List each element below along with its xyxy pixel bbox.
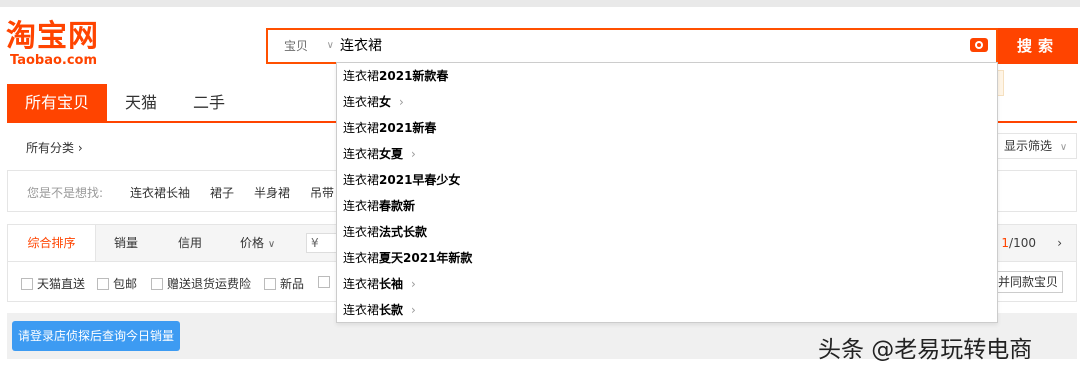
suggestion-suffix: 女夏: [379, 147, 404, 161]
tab-second-hand[interactable]: 二手: [175, 84, 243, 122]
chevron-down-icon: ∨: [326, 40, 334, 51]
camera-icon[interactable]: [970, 38, 988, 52]
checkbox-label: 天猫直送: [37, 277, 86, 291]
logo-cn: 淘宝网: [6, 19, 99, 54]
suggestion-item[interactable]: 连衣裙长袖 ›: [343, 271, 416, 297]
suggestion-item[interactable]: 连衣裙法式长款: [343, 219, 427, 245]
search-box: 宝贝 ∨ 连衣裙: [266, 28, 998, 64]
logo-en: Taobao.com: [10, 53, 98, 68]
merge-same-items-button[interactable]: 并同款宝贝: [993, 271, 1063, 293]
suggestion-suffix: 长袖: [379, 277, 404, 291]
suggestion-suffix: 长款: [379, 303, 404, 317]
sort-default[interactable]: 综合排序: [8, 225, 96, 261]
suggestion-item[interactable]: 连衣裙春款新: [343, 193, 415, 219]
suggestion-prefix: 连衣裙: [343, 251, 380, 265]
sort-credit[interactable]: 信用: [178, 225, 202, 261]
chevron-right-icon[interactable]: ›: [411, 277, 416, 291]
suggestion-item[interactable]: 连衣裙2021早春少女: [343, 167, 460, 193]
breadcrumb[interactable]: 所有分类 ›: [26, 139, 83, 156]
chevron-down-icon: ∨: [1059, 142, 1068, 153]
show-filter-label: 显示筛选: [1004, 139, 1053, 153]
suggestion-suffix: 夏天2021年新款: [379, 251, 473, 265]
suggestion-item[interactable]: 连衣裙2021新春: [343, 115, 436, 141]
watermark-text: 头条 @老易玩转电商: [818, 337, 1033, 363]
suggestion-item[interactable]: 连衣裙夏天2021年新款: [343, 245, 472, 271]
checkbox-label: 包邮: [113, 277, 138, 291]
did-you-mean-item[interactable]: 半身裙: [254, 184, 290, 201]
login-query-button[interactable]: 请登录店侦探后查询今日销量: [12, 321, 180, 351]
suggestion-prefix: 连衣裙: [343, 199, 380, 213]
breadcrumb-label: 所有分类: [26, 141, 75, 155]
page-indicator: 1/100: [1001, 225, 1036, 261]
suggestion-suffix: 2021早春少女: [379, 173, 461, 187]
suggestion-item[interactable]: 连衣裙女夏 ›: [343, 141, 416, 167]
checkbox-label: 新品: [280, 277, 305, 291]
chevron-right-icon[interactable]: ›: [399, 95, 404, 109]
suggestion-item[interactable]: 连衣裙长款 ›: [343, 297, 416, 323]
suggestion-prefix: 连衣裙: [343, 225, 380, 239]
tab-all-items[interactable]: 所有宝贝: [7, 84, 108, 122]
suggestion-item[interactable]: 连衣裙女 ›: [343, 89, 404, 115]
next-page-icon[interactable]: ›: [1057, 225, 1062, 261]
suggestion-prefix: 连衣裙: [343, 95, 380, 109]
did-you-mean-item[interactable]: 连衣裙长袖: [130, 184, 190, 201]
top-bar: [0, 0, 1080, 7]
did-you-mean-item[interactable]: 裙子: [210, 184, 234, 201]
page-current: 1: [1001, 236, 1010, 250]
suggestion-item[interactable]: 连衣裙2021新款春: [343, 63, 448, 89]
search-input[interactable]: 连衣裙: [340, 30, 382, 62]
did-you-mean-item[interactable]: 吊带: [310, 184, 334, 201]
suggestion-prefix: 连衣裙: [343, 147, 380, 161]
suggestion-suffix: 2021新春: [379, 121, 437, 135]
sort-price-label: 价格: [240, 236, 265, 250]
page-total: /100: [1009, 236, 1036, 250]
suggestion-suffix: 春款新: [379, 199, 416, 213]
chevron-right-icon[interactable]: ›: [411, 303, 416, 317]
did-you-mean-label: 您是不是想找:: [27, 186, 104, 200]
checkbox-new[interactable]: 新品: [264, 275, 304, 292]
search-suggestions-dropdown: 连衣裙2021新款春 连衣裙女 › 连衣裙2021新春 连衣裙女夏 › 连衣裙2021早春少…: [336, 62, 998, 323]
checkbox-tmall-direct[interactable]: 天猫直送: [21, 275, 85, 292]
checkbox-label: 赠送退货运费险: [167, 277, 252, 291]
suggestion-prefix: 连衣裙: [343, 277, 380, 291]
sort-price[interactable]: 价格 ∨: [240, 225, 275, 261]
suggestion-suffix: 法式长款: [379, 225, 428, 239]
suggestion-suffix: 女: [379, 95, 392, 109]
chevron-right-icon[interactable]: ›: [411, 147, 416, 161]
checkbox-partial[interactable]: [318, 275, 334, 289]
chevron-right-icon: ›: [77, 141, 83, 155]
chevron-down-icon: ∨: [267, 239, 276, 250]
checkbox-free-shipping[interactable]: 包邮: [97, 275, 137, 292]
sort-sales[interactable]: 销量: [114, 225, 138, 261]
show-filter-button[interactable]: 显示筛选 ∨: [995, 133, 1077, 159]
search-scope-label: 宝贝: [284, 39, 309, 53]
search-scope-select[interactable]: 宝贝 ∨: [268, 30, 338, 62]
suggestion-prefix: 连衣裙: [343, 69, 380, 83]
search-button[interactable]: 搜索: [998, 28, 1078, 64]
suggestion-suffix: 2021新款春: [379, 69, 449, 83]
taobao-logo[interactable]: 淘宝网 Taobao.com: [6, 20, 116, 68]
search-tabs: 所有宝贝 天猫 二手: [7, 84, 243, 122]
checkbox-return-insurance[interactable]: 赠送退货运费险: [151, 275, 251, 292]
suggestion-prefix: 连衣裙: [343, 303, 380, 317]
suggestion-prefix: 连衣裙: [343, 173, 380, 187]
suggestion-prefix: 连衣裙: [343, 121, 380, 135]
tab-tmall[interactable]: 天猫: [107, 84, 175, 122]
